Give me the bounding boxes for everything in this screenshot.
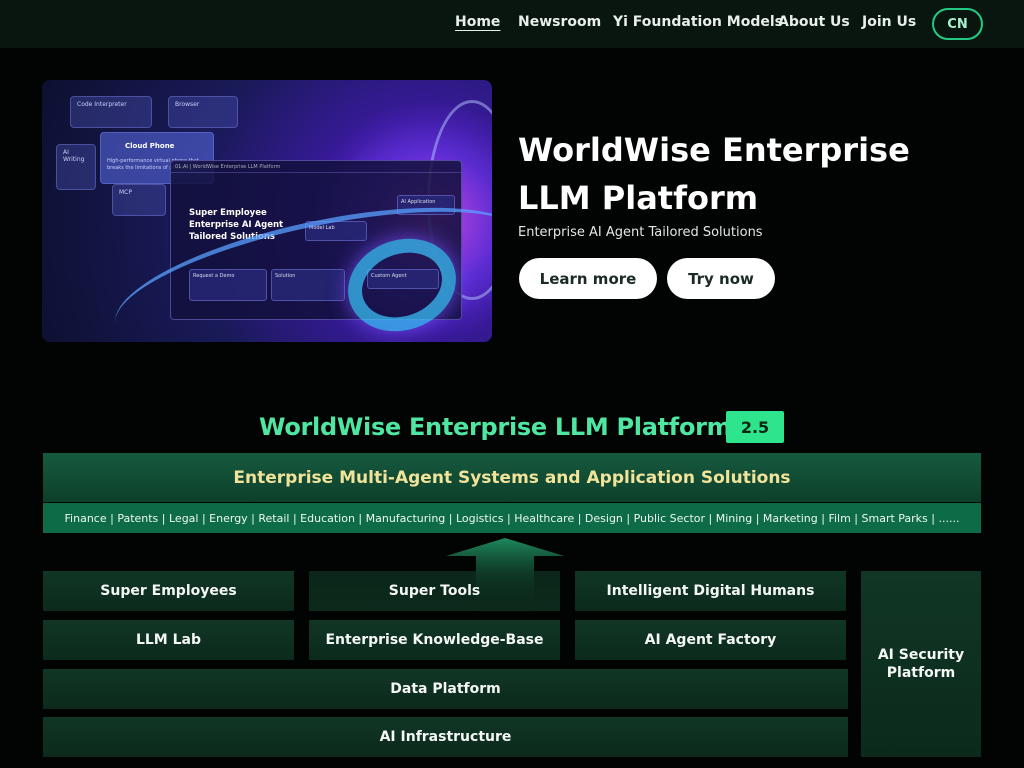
mini-card-title: Cloud Phone [125, 142, 175, 150]
cell-ai-security-platform: AI Security Platform [861, 571, 981, 757]
try-now-button[interactable]: Try now [667, 258, 775, 299]
hero-title: WorldWise Enterprise LLM Platform [518, 131, 910, 217]
top-nav: Home Newsroom Yi Foundation Models About… [0, 0, 1024, 48]
cell-llm-lab: LLM Lab [43, 620, 294, 660]
hero-product-image: Code Interpreter Browser AI Writing Clou… [42, 80, 492, 342]
cell-ai-agent-factory: AI Agent Factory [575, 620, 846, 660]
cell-data-platform: Data Platform [43, 669, 848, 709]
language-toggle-button[interactable]: CN [932, 8, 983, 40]
mini-card-label: Code Interpreter [77, 101, 127, 108]
cell-intelligent-digital-humans: Intelligent Digital Humans [575, 571, 846, 611]
mini-card-label: MCP [119, 189, 132, 196]
architecture-title: WorldWise Enterprise LLM Platform [259, 413, 732, 441]
mini-headline-line: Super Employee [189, 208, 267, 218]
nav-join-us[interactable]: Join Us [862, 14, 916, 30]
mini-card-ai-writing: AI Writing [56, 144, 96, 190]
mini-card-code-interpreter: Code Interpreter [70, 96, 152, 128]
cell-enterprise-knowledge-base: Enterprise Knowledge-Base [309, 620, 560, 660]
hero-subtitle: Enterprise AI Agent Tailored Solutions [518, 225, 763, 240]
cell-super-employees: Super Employees [43, 571, 294, 611]
nav-yi-foundation-models[interactable]: Yi Foundation Models [613, 14, 783, 30]
mini-card-label: Browser [175, 101, 200, 108]
nav-about-us[interactable]: About Us [778, 14, 850, 30]
mini-window-titlebar: 01.AI | WorldWise Enterprise LLM Platfor… [171, 161, 461, 173]
nav-home[interactable]: Home [455, 14, 500, 30]
industries-band: Finance | Patents | Legal | Energy | Ret… [43, 503, 981, 533]
mini-card-label: AI Writing [63, 149, 85, 163]
mini-card-browser: Browser [168, 96, 238, 128]
solutions-band: Enterprise Multi-Agent Systems and Appli… [43, 453, 981, 502]
version-badge: 2.5 [726, 411, 784, 443]
cell-super-tools: Super Tools [309, 571, 560, 611]
mini-headline-line: Enterprise AI Agent [189, 220, 284, 230]
learn-more-button[interactable]: Learn more [519, 258, 657, 299]
mini-card-mcp: MCP [112, 184, 166, 216]
nav-newsroom[interactable]: Newsroom [518, 14, 601, 30]
cell-ai-infrastructure: AI Infrastructure [43, 717, 848, 757]
